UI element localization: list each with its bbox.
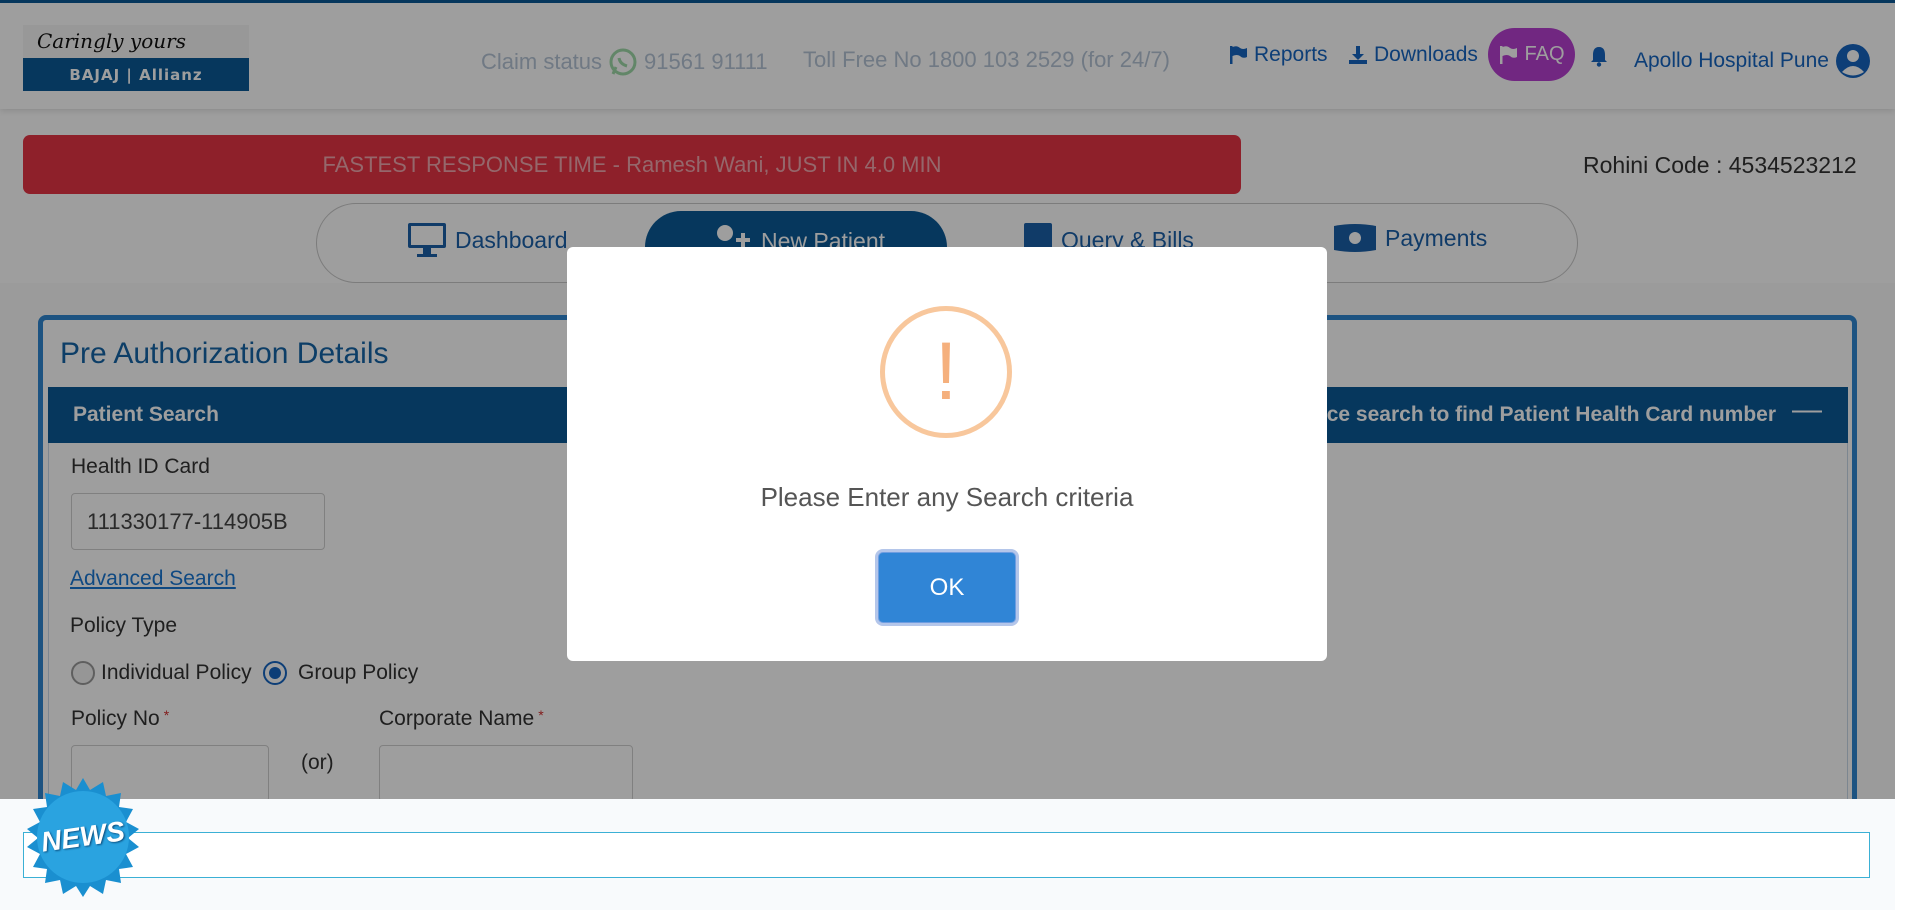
page: Caringly yours BAJAJ | Allianz Claim sta…: [0, 0, 1895, 910]
news-badge: NEWS: [22, 776, 144, 898]
page-gutter: [1895, 0, 1920, 910]
warning-icon: !: [880, 306, 1012, 438]
warning-glyph: !: [934, 326, 958, 417]
alert-dialog: ! Please Enter any Search criteria OK: [567, 247, 1327, 661]
dialog-message: Please Enter any Search criteria: [760, 482, 1134, 512]
ok-button[interactable]: OK: [878, 552, 1016, 623]
news-ticker: [23, 832, 1870, 878]
